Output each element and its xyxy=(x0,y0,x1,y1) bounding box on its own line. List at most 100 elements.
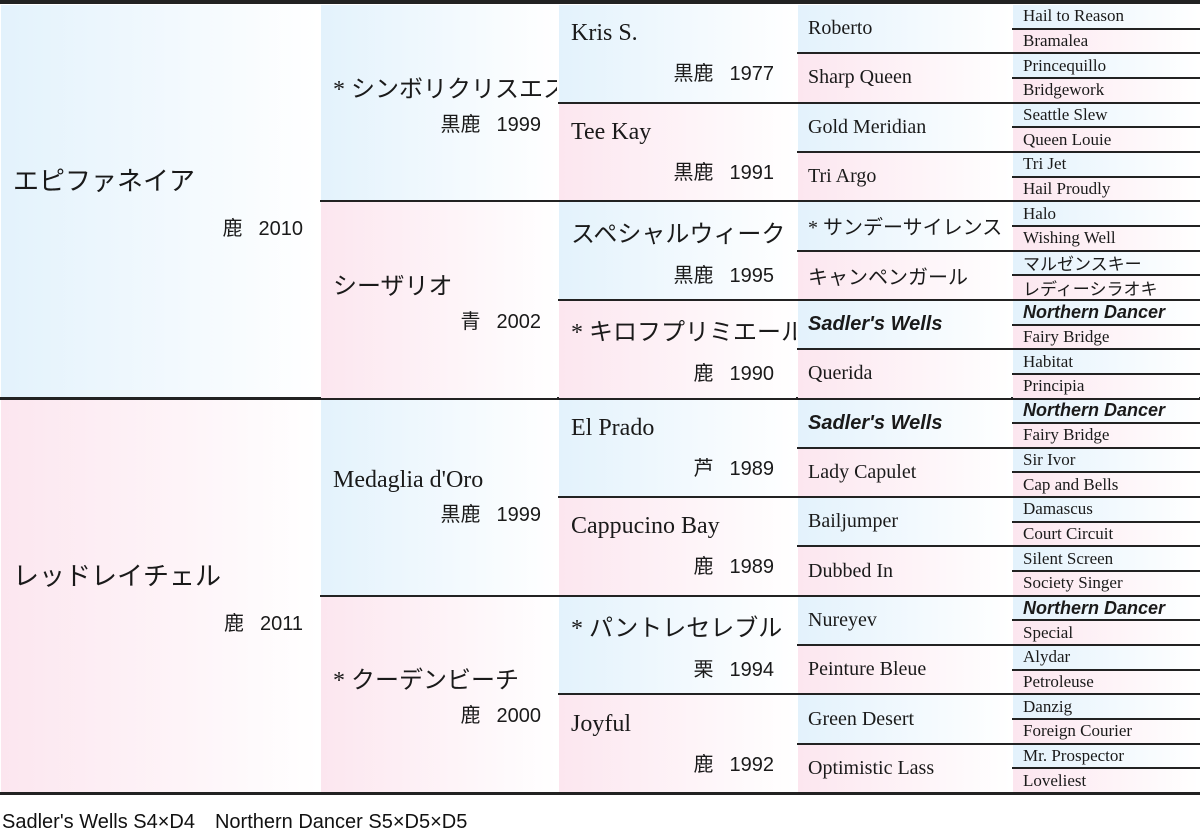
gen5-horse-cell: Fairy Bridge xyxy=(1013,424,1199,447)
horse-name: Alydar xyxy=(1023,647,1071,667)
gen4-horse-cell: Green Desert xyxy=(798,695,1011,743)
horse-name: Danzig xyxy=(1023,696,1073,716)
gen5-horse-cell: Wishing Well xyxy=(1013,226,1199,250)
gen5-horse-cell: Halo xyxy=(1013,202,1199,225)
coat-color: 栗 xyxy=(693,659,714,682)
coat-color: 芦 xyxy=(693,457,714,480)
gen5-horse-cell: Habitat xyxy=(1013,350,1199,373)
gen5-horse-cell: Danzig xyxy=(1013,695,1199,719)
coat-color: 鹿 xyxy=(460,705,481,728)
gen4-horse-cell: Sharp Queen xyxy=(798,54,1011,102)
gen2-horse-cell: * シンボリクリスエス 黒鹿 1999 xyxy=(321,5,557,201)
coat-color-and-year: 鹿 1992 xyxy=(571,748,775,777)
horse-name: Wishing Well xyxy=(1023,228,1116,248)
gen5-horse-cell: Bramalea xyxy=(1013,29,1199,53)
birth-year: 2002 xyxy=(496,310,542,333)
horse-name: Silent Screen xyxy=(1023,548,1114,568)
horse-name: Optimistic Lass xyxy=(808,756,935,779)
coat-color-and-year: 芦 1989 xyxy=(571,452,775,481)
horse-name: * パントレセレブル xyxy=(571,616,783,643)
horse-name: キャンペンガール xyxy=(808,266,968,289)
coat-color-and-year: 鹿 1990 xyxy=(571,357,775,386)
gen3-horse-cell: Kris S. 黒鹿 1977 xyxy=(559,5,796,102)
horse-name: スペシャルウィーク xyxy=(571,221,786,248)
horse-name: Tri Argo xyxy=(808,165,877,188)
gen5-horse-cell: Sir Ivor xyxy=(1013,448,1199,472)
coat-color-and-year: 青 2002 xyxy=(333,305,542,334)
gen2-horse-cell: Medaglia d'Oro 黒鹿 1999 xyxy=(321,399,557,595)
gen4-horse-cell: Sadler's Wells xyxy=(798,300,1011,349)
gen5-horse-cell: Cap and Bells xyxy=(1013,473,1199,497)
horse-name: Hail Proudly xyxy=(1023,178,1111,198)
horse-name: Kris S. xyxy=(571,20,638,47)
birth-year: 1999 xyxy=(496,113,542,136)
coat-color: 黒鹿 xyxy=(440,504,481,527)
birth-year: 1977 xyxy=(729,63,775,86)
horse-name: Tri Jet xyxy=(1023,154,1067,174)
gen5-horse-cell: Northern Dancer xyxy=(1013,596,1199,620)
coat-color-and-year: 黒鹿 1999 xyxy=(333,498,542,527)
gen5-horse-cell: Foreign Courier xyxy=(1013,720,1199,743)
horse-name: Sharp Queen xyxy=(808,66,912,89)
gen4-horse-cell: Gold Meridian xyxy=(798,103,1011,151)
gen5-horse-cell: Mr. Prospector xyxy=(1013,744,1199,768)
horse-name: Bridgework xyxy=(1023,80,1105,100)
coat-color: 鹿 xyxy=(222,218,243,241)
horse-name: Principia xyxy=(1023,376,1085,396)
birth-year: 1999 xyxy=(496,504,542,527)
gen5-horse-cell: Seattle Slew xyxy=(1013,103,1199,127)
horse-name: Loveliest xyxy=(1023,770,1087,790)
gen3-horse-cell: スペシャルウィーク 黒鹿 1995 xyxy=(559,202,796,299)
horse-name: El Prado xyxy=(571,414,655,441)
coat-color: 鹿 xyxy=(693,753,714,776)
horse-name: エピファネイア xyxy=(13,167,196,197)
gen4-horse-cell: Sadler's Wells xyxy=(798,399,1011,447)
horse-name: Society Singer xyxy=(1023,573,1123,593)
horse-name: * クーデンビーチ xyxy=(333,668,519,695)
coat-color-and-year: 黒鹿 1995 xyxy=(571,259,775,288)
horse-name: Bramalea xyxy=(1023,30,1089,50)
horse-name: Medaglia d'Oro xyxy=(333,467,484,494)
birth-year: 2011 xyxy=(259,612,303,635)
horse-name: Hail to Reason xyxy=(1023,6,1125,26)
gen5-horse-cell: Bridgework xyxy=(1013,78,1199,102)
horse-name: Fairy Bridge xyxy=(1023,326,1110,346)
gen1-horse-cell: レッドレイチェル鹿 2011 xyxy=(1,399,319,792)
horse-name: Querida xyxy=(808,362,873,385)
gen2-horse-cell: シーザリオ青 2002 xyxy=(321,202,557,398)
gen5-horse-cell: Hail to Reason xyxy=(1013,5,1199,28)
coat-color-and-year: 黒鹿 1999 xyxy=(333,108,542,137)
horse-name: Sadler's Wells xyxy=(808,313,943,336)
inbreeding-note: Sadler's Wells S4×D4 Northern Dancer S5×… xyxy=(2,811,468,833)
coat-color: 黒鹿 xyxy=(440,113,481,136)
birth-year: 1992 xyxy=(729,753,775,776)
horse-name: Peinture Bleue xyxy=(808,658,927,681)
gen5-horse-cell: レディーシラオキ xyxy=(1013,276,1199,299)
horse-name: Dubbed In xyxy=(808,559,893,582)
gen5-horse-cell: Tri Jet xyxy=(1013,152,1199,176)
coat-color-and-year: 黒鹿 1977 xyxy=(571,57,775,86)
horse-name: レッドレイチェル xyxy=(13,561,222,591)
gen5-horse-cell: Hail Proudly xyxy=(1013,177,1199,201)
horse-name: Seattle Slew xyxy=(1023,104,1108,124)
gen3-horse-cell: * パントレセレブル栗 1994 xyxy=(559,596,796,694)
birth-year: 2010 xyxy=(258,218,304,241)
horse-name: Habitat xyxy=(1023,351,1074,371)
horse-name: レディーシラオキ xyxy=(1023,280,1158,299)
gen4-horse-cell: Querida xyxy=(798,350,1011,398)
gen4-horse-cell: Dubbed In xyxy=(798,547,1011,595)
gen5-horse-cell: Fairy Bridge xyxy=(1013,325,1199,349)
birth-year: 2000 xyxy=(496,705,542,728)
horse-name: Halo xyxy=(1023,203,1057,223)
horse-name: Damascus xyxy=(1023,499,1093,519)
horse-name: Sadler's Wells xyxy=(808,411,943,434)
horse-name: Joyful xyxy=(571,710,631,737)
gen5-horse-cell: Petroleuse xyxy=(1013,670,1199,694)
coat-color: 鹿 xyxy=(223,612,244,635)
gen4-horse-cell: Tri Argo xyxy=(798,152,1011,201)
horse-name: Foreign Courier xyxy=(1023,721,1133,741)
gen4-horse-cell: Lady Capulet xyxy=(798,448,1011,497)
horse-name: Special xyxy=(1023,622,1074,642)
horse-name: Princequillo xyxy=(1023,55,1107,75)
horse-name: Northern Dancer xyxy=(1023,301,1166,322)
